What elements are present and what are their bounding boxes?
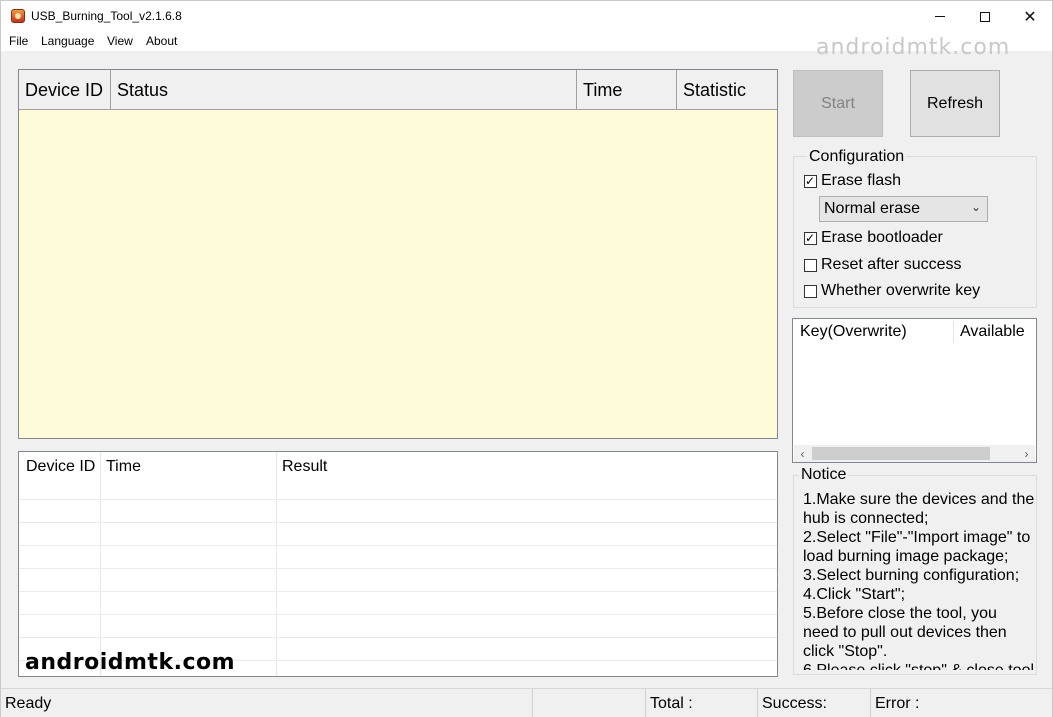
watermark-bottom: androidmtk.com (25, 650, 236, 675)
erase-bootloader-checkbox[interactable]: Erase bootloader (804, 229, 943, 247)
key-list[interactable]: Key(Overwrite) Available ‹ › (792, 318, 1037, 463)
app-window: USB_Burning_Tool_v2.1.6.8 ✕ File Languag… (0, 0, 1053, 717)
menu-about[interactable]: About (146, 34, 177, 48)
title-bar: USB_Burning_Tool_v2.1.6.8 ✕ (1, 1, 1052, 32)
result-table[interactable]: Device ID Time Result (18, 451, 778, 677)
column-header-device-id[interactable]: Device ID (19, 70, 111, 109)
maximize-button[interactable] (962, 1, 1008, 32)
refresh-button[interactable]: Refresh (910, 70, 1000, 137)
status-success: Success: (758, 689, 871, 717)
table-row (19, 637, 777, 638)
reset-after-success-label: Reset after success (821, 256, 962, 273)
window-title: USB_Burning_Tool_v2.1.6.8 (31, 9, 182, 23)
close-button[interactable]: ✕ (1007, 1, 1053, 32)
table-row (19, 499, 777, 500)
maximize-icon (980, 11, 990, 22)
minimize-icon (935, 16, 945, 17)
erase-mode-value: Normal erase (824, 200, 921, 217)
table-row (19, 522, 777, 523)
status-error: Error : (875, 695, 920, 712)
start-button[interactable]: Start (793, 70, 883, 137)
notice-label: Notice (799, 466, 849, 484)
table-row (19, 591, 777, 592)
status-ready: Ready (1, 689, 533, 717)
column-header-statistic[interactable]: Statistic (677, 70, 777, 109)
minimize-button[interactable] (917, 1, 963, 32)
overwrite-key-checkbox[interactable]: Whether overwrite key (804, 282, 980, 300)
menu-view[interactable]: View (107, 34, 133, 48)
result-header-result[interactable]: Result (282, 458, 327, 476)
scroll-right-icon[interactable]: › (1018, 445, 1035, 462)
menu-file[interactable]: File (9, 34, 28, 48)
status-spacer (533, 689, 646, 717)
result-header-device-id[interactable]: Device ID (26, 458, 95, 476)
key-column-divider (953, 321, 954, 343)
menu-language[interactable]: Language (41, 34, 94, 48)
key-header-available[interactable]: Available (960, 323, 1025, 341)
column-header-status[interactable]: Status (111, 70, 577, 109)
table-row (19, 614, 777, 615)
close-icon: ✕ (1023, 8, 1037, 26)
table-row (19, 545, 777, 546)
erase-bootloader-label: Erase bootloader (821, 229, 943, 246)
chevron-down-icon: ⌄ (970, 200, 981, 214)
erase-flash-checkbox[interactable]: Erase flash (804, 172, 901, 190)
device-table-header: Device ID Status Time Statistic (19, 70, 777, 110)
watermark-top: androidmtk.com (816, 35, 1011, 60)
checkbox-checked-icon[interactable] (804, 230, 817, 246)
checkbox-unchecked-icon[interactable] (804, 284, 817, 298)
device-table[interactable]: Device ID Status Time Statistic (18, 69, 778, 439)
horizontal-scrollbar[interactable]: ‹ › (794, 445, 1035, 462)
status-total: Total : (646, 689, 758, 717)
reset-after-success-checkbox[interactable]: Reset after success (804, 256, 962, 274)
checkbox-unchecked-icon[interactable] (804, 258, 817, 272)
erase-mode-select[interactable]: Normal erase ⌄ (819, 196, 988, 222)
erase-flash-label: Erase flash (821, 172, 902, 189)
status-bar: Ready Total : Success: Error : (1, 688, 1052, 717)
column-header-time[interactable]: Time (577, 70, 677, 109)
checkbox-checked-icon[interactable] (804, 173, 817, 189)
result-header-time[interactable]: Time (106, 458, 141, 476)
configuration-label: Configuration (807, 148, 907, 166)
scrollbar-thumb[interactable] (812, 447, 990, 460)
notice-body: 1.Make sure the devices and the hub is c… (803, 491, 1035, 670)
notice-text: 1.Make sure the devices and the hub is c… (803, 490, 1035, 670)
app-logo-icon (11, 9, 25, 23)
scroll-left-icon[interactable]: ‹ (794, 445, 811, 462)
result-col-device-id (19, 452, 101, 676)
result-col-time (101, 452, 277, 676)
overwrite-key-label: Whether overwrite key (821, 282, 981, 299)
key-header-overwrite[interactable]: Key(Overwrite) (800, 323, 907, 341)
table-row (19, 568, 777, 569)
